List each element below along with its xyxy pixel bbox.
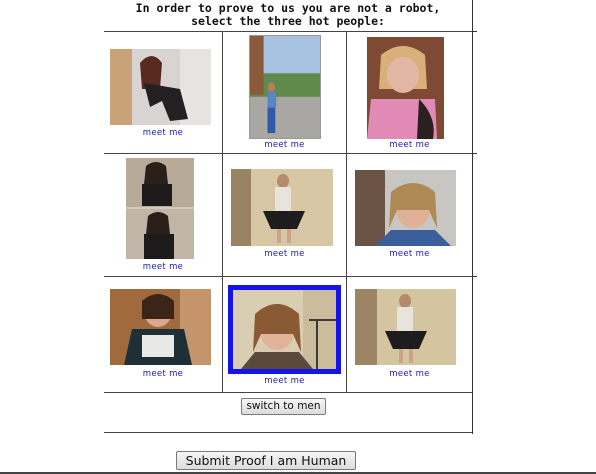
person-photo-8-selected[interactable] bbox=[228, 285, 341, 374]
meet-me-link-8[interactable]: meet me bbox=[223, 376, 346, 386]
switch-row: switch to men bbox=[104, 393, 472, 433]
person-photo-2[interactable] bbox=[249, 35, 321, 139]
submit-proof-button[interactable]: Submit Proof I am Human bbox=[176, 451, 356, 470]
photo-cell-9[interactable]: meet me bbox=[347, 277, 472, 393]
photo-cell-8[interactable]: meet me bbox=[223, 277, 347, 393]
person-photo-3[interactable] bbox=[367, 37, 444, 139]
photo-cell-2[interactable]: meet me bbox=[223, 32, 347, 154]
photo-cell-5[interactable]: meet me bbox=[223, 154, 347, 277]
meet-me-link-6[interactable]: meet me bbox=[347, 249, 472, 259]
panel-tick bbox=[472, 276, 477, 277]
person-photo-1[interactable] bbox=[110, 49, 211, 125]
person-photo-9[interactable] bbox=[355, 289, 456, 365]
meet-me-link-1[interactable]: meet me bbox=[104, 128, 222, 138]
meet-me-link-7[interactable]: meet me bbox=[104, 369, 222, 379]
meet-me-link-4[interactable]: meet me bbox=[104, 262, 222, 272]
meet-me-link-9[interactable]: meet me bbox=[347, 369, 472, 379]
meet-me-link-3[interactable]: meet me bbox=[347, 140, 472, 150]
photo-cell-7[interactable]: meet me bbox=[104, 277, 223, 393]
panel-tick bbox=[472, 31, 477, 32]
captcha-panel: In order to prove to us you are not a ro… bbox=[104, 0, 472, 434]
person-photo-6[interactable] bbox=[355, 170, 456, 246]
photo-cell-1[interactable]: meet me bbox=[104, 32, 223, 154]
photo-grid: meet me meet me meet me meet me meet me … bbox=[104, 31, 472, 393]
meet-me-link-2[interactable]: meet me bbox=[223, 140, 346, 150]
meet-me-link-5[interactable]: meet me bbox=[223, 249, 346, 259]
panel-tick bbox=[472, 153, 477, 154]
person-photo-4[interactable] bbox=[126, 158, 194, 259]
panel-right-border bbox=[472, 0, 473, 434]
person-photo-7[interactable] bbox=[110, 289, 211, 365]
captcha-title-line-2: select the three hot people: bbox=[191, 14, 385, 28]
photo-cell-4[interactable]: meet me bbox=[104, 154, 223, 277]
person-photo-5[interactable] bbox=[231, 169, 333, 246]
switch-to-men-button[interactable]: switch to men bbox=[241, 398, 326, 415]
photo-cell-3[interactable]: meet me bbox=[347, 32, 472, 154]
photo-cell-6[interactable]: meet me bbox=[347, 154, 472, 277]
captcha-title: In order to prove to us you are not a ro… bbox=[104, 2, 472, 28]
